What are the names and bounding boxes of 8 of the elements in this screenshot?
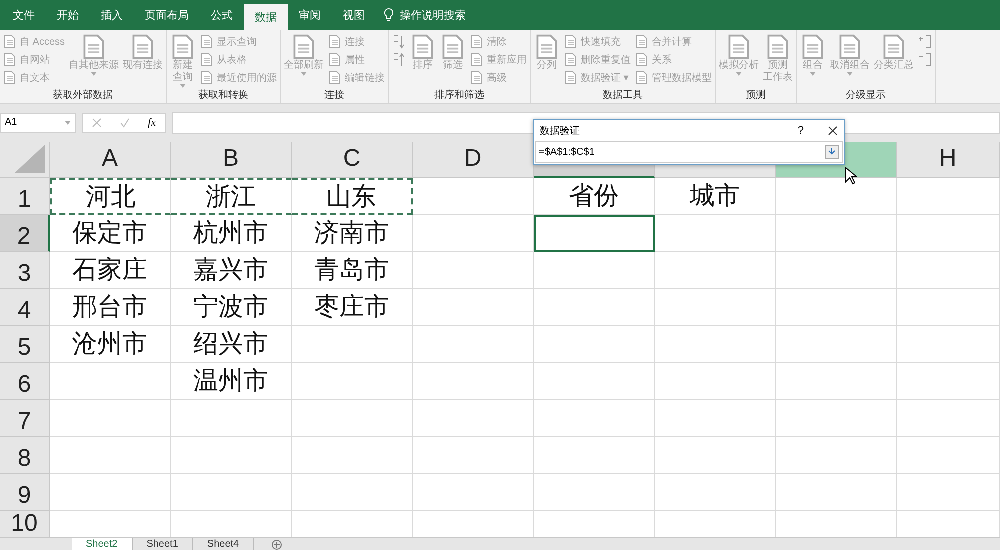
- group-label: 获取和转换: [198, 88, 250, 103]
- dialog-title: 数据验证: [540, 124, 580, 138]
- group-label: 预测: [745, 88, 768, 103]
- group-label: 获取外部数据: [52, 88, 114, 103]
- group-label: 排序和筛选: [434, 88, 486, 103]
- group-label: 数据工具: [602, 89, 644, 103]
- group-label: 分级显示: [845, 89, 888, 103]
- group-label: 连接: [324, 88, 346, 103]
